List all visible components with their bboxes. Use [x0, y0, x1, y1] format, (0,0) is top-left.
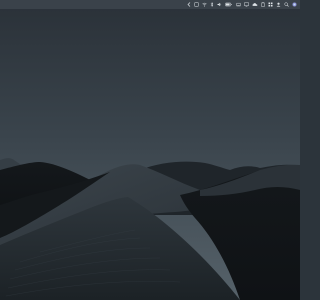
battery-icon[interactable]: [225, 0, 233, 9]
desktop: [0, 0, 300, 300]
volume-icon[interactable]: [217, 0, 222, 9]
bluetooth-icon[interactable]: [210, 0, 214, 9]
keyboard-icon[interactable]: [235, 0, 241, 9]
display-icon[interactable]: [243, 0, 249, 9]
user-icon[interactable]: [276, 0, 281, 9]
grid-icon[interactable]: [268, 0, 273, 9]
siri-icon[interactable]: [292, 0, 297, 9]
wifi-icon[interactable]: [202, 0, 207, 9]
cloud-icon[interactable]: [252, 0, 258, 9]
desktop-wallpaper: [0, 0, 300, 300]
spotlight-icon[interactable]: [284, 0, 289, 9]
clipboard-icon[interactable]: [261, 0, 265, 9]
control-center-icon[interactable]: [194, 0, 199, 9]
sidebar-toggle-icon[interactable]: [187, 0, 191, 9]
menu-bar: [0, 0, 300, 9]
